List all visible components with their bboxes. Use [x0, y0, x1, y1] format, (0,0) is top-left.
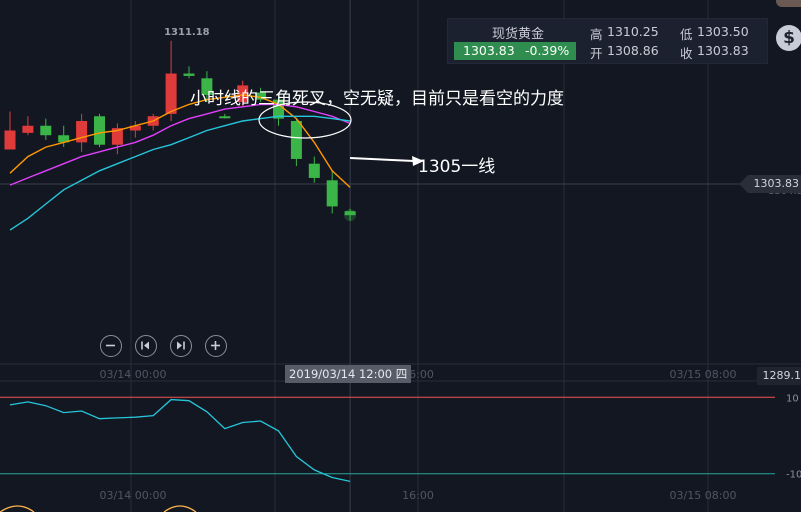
quote-panel: 现货黄金 1303.83 -0.39% 高 1310.25 低 1303.50 …	[447, 18, 768, 64]
x-tick-label: 03/15 08:00	[670, 368, 737, 381]
zoom-in-icon	[211, 341, 220, 350]
annotation-arrow	[350, 157, 415, 162]
annotation-support: 1305一线	[418, 157, 495, 177]
high-label: 高	[590, 27, 603, 42]
prev-icon	[141, 341, 149, 350]
current-price-tag: 1303.83	[739, 175, 801, 193]
chart-canvas[interactable]: 1311.18 小时线的三角死叉，空无疑，目前只是看空的力度 1305一线 10 -1…	[0, 0, 801, 512]
moving-averages	[9, 94, 351, 231]
zoom-out-icon	[106, 344, 115, 347]
scroll-back-button[interactable]	[135, 335, 157, 357]
scroll-forward-button[interactable]	[170, 335, 192, 357]
low-label: 低	[680, 27, 693, 42]
annotation-death-cross: 小时线的三角死叉，空无疑，目前只是看空的力度	[190, 89, 564, 109]
oscillator-panel: 10 -10 03/14 00:00 16:00 03/15 08:00	[0, 393, 801, 512]
axis-price-label: 1289.1	[757, 367, 801, 385]
open-value: 1308.86	[607, 43, 659, 58]
current-price-tag-text: 1303.83	[753, 177, 800, 190]
indicator-edge	[163, 505, 197, 512]
high-value: 1310.25	[607, 24, 659, 39]
candle-body	[4, 130, 16, 150]
candle-body	[308, 163, 320, 178]
candle-body	[219, 116, 231, 119]
last-price-glow	[344, 209, 357, 222]
close-label: 收	[680, 46, 693, 61]
price-change: -0.39%	[525, 43, 570, 58]
x-tick-label: 03/14 00:00	[100, 368, 167, 381]
candle-body	[40, 125, 52, 136]
candle-body	[165, 73, 177, 114]
candles	[4, 40, 356, 221]
zoom-in-button[interactable]	[205, 335, 227, 357]
level-label: 10	[786, 393, 799, 404]
candle-body	[183, 73, 195, 76]
x-tick-label: 16:00	[402, 489, 434, 502]
open-label: 开	[590, 46, 603, 61]
price-badge: 1303.83 -0.39%	[454, 42, 576, 60]
candle-body	[326, 180, 338, 207]
level-label: -10	[786, 470, 801, 481]
grid	[0, 0, 801, 512]
candle-body	[22, 125, 34, 133]
avatar[interactable]	[776, 0, 801, 7]
x-tick-label: 03/15 08:00	[670, 489, 737, 502]
candle-body	[290, 121, 302, 159]
oscillator-line	[9, 398, 351, 483]
indicator-edge	[0, 505, 35, 512]
zoom-out-button[interactable]	[100, 335, 122, 357]
high-marker-label: 1311.18	[164, 27, 210, 38]
axis-labels: 1304.903/14 00:0016:0003/15 08:00	[100, 186, 801, 381]
symbol-name: 现货黄金	[492, 27, 545, 42]
close-value: 1303.83	[697, 43, 749, 58]
x-tick-label: 03/14 00:00	[100, 489, 167, 502]
dollar-icon[interactable]: $	[776, 25, 801, 51]
low-value: 1303.50	[697, 24, 749, 39]
next-icon	[177, 341, 185, 350]
last-price: 1303.83	[463, 43, 515, 58]
candle-body	[94, 116, 105, 145]
crosshair-date-label: 2019/03/14 12:00 四	[285, 365, 412, 383]
